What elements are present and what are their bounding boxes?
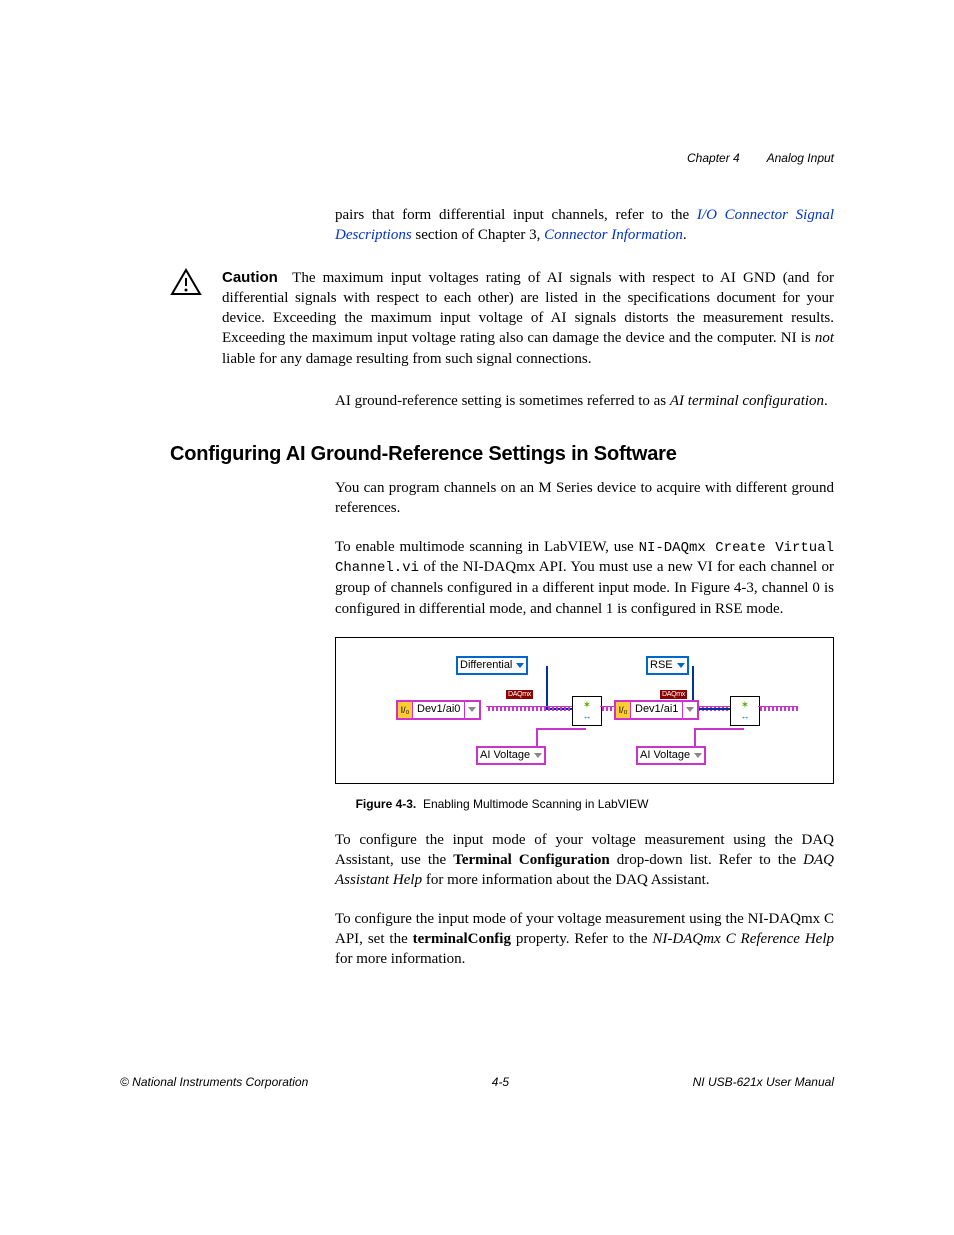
p4-bold: terminalConfig [413,931,511,947]
rse-label: RSE [650,658,673,673]
footer-right: NI USB-621x User Manual [693,1074,834,1090]
daqmx-label-right: DAQmx [660,690,687,699]
section-body: You can program channels on an M Series … [335,478,834,619]
header-chapter: Chapter 4 [687,151,740,165]
io-dev1-ai0[interactable]: I/₀ Dev1/ai0 [396,700,481,720]
wire [694,728,696,748]
para-3: To configure the input mode of your volt… [335,830,834,891]
io-arrow-icon [682,702,697,718]
wire-wavy [486,706,572,711]
figcap-text: Enabling Multimode Scanning in LabVIEW [423,797,648,811]
p4-post: for more information. [335,951,465,967]
io-dev1-ai1[interactable]: I/₀ Dev1/ai1 [614,700,699,720]
figure-4-3: Differential DAQmx I/₀ Dev1/ai0 ✶↔ AI Vo… [335,637,834,784]
dropdown-arrow-icon [516,663,524,668]
dev1-label: Dev1/ai1 [631,702,682,717]
caution-text: Caution The maximum input voltages ratin… [222,268,834,369]
aivolt-label-left: AI Voltage [480,748,530,763]
para-1: You can program channels on an M Series … [335,478,834,519]
para-4: To configure the input mode of your volt… [335,909,834,970]
p2-pre: To enable multimode scanning in LabVIEW,… [335,539,639,555]
caution-icon [170,268,202,302]
figure-caption: Figure 4-3. Enabling Multimode Scanning … [170,796,834,812]
page-footer: © National Instruments Corporation 4-5 N… [120,1074,834,1090]
caution-block: Caution The maximum input voltages ratin… [170,268,834,369]
caution-pre: The maximum input voltages rating of AI … [222,270,834,347]
p3-post: for more information about the DAQ Assis… [422,872,709,888]
note-italic: AI terminal configuration [670,393,824,409]
dropdown-arrow-icon [694,753,702,758]
caution-not: not [815,330,834,346]
intro-pre: pairs that form differential input chann… [335,207,697,223]
caution-post: liable for any damage resulting from suc… [222,351,591,367]
daqmx-node-right: ✶↔ [730,696,760,726]
dev0-label: Dev1/ai0 [413,702,464,717]
intro-post: . [683,227,687,243]
dropdown-rse[interactable]: RSE [646,656,689,675]
p4-italic: NI-DAQmx C Reference Help [652,931,834,947]
section-body-lower: To configure the input mode of your volt… [335,830,834,970]
wire [694,728,744,730]
dropdown-arrow-icon [677,663,685,668]
dropdown-aivoltage-left[interactable]: AI Voltage [476,746,546,765]
wire [536,728,538,748]
dropdown-arrow-icon [534,753,542,758]
daqmx-label-left: DAQmx [506,690,533,699]
intro-mid: section of Chapter 3, [412,227,544,243]
wire [536,728,586,730]
dropdown-differential[interactable]: Differential [456,656,528,675]
footer-center: 4-5 [492,1074,509,1090]
io-icon: I/₀ [616,702,631,718]
section-heading: Configuring AI Ground-Reference Settings… [170,441,834,468]
caution-label: Caution [222,269,278,286]
daqmx-node-left: ✶↔ [572,696,602,726]
para-2: To enable multimode scanning in LabVIEW,… [335,537,834,619]
header-title: Analog Input [767,151,834,165]
io-icon: I/₀ [398,702,413,718]
p3-bold: Terminal Configuration [453,852,610,868]
note-post: . [824,393,828,409]
figcap-bold: Figure 4-3. [356,797,417,811]
intro-paragraph: pairs that form differential input chann… [335,205,834,246]
diff-label: Differential [460,658,512,673]
footer-left: © National Instruments Corporation [120,1074,308,1090]
link-connector-info[interactable]: Connector Information [544,227,683,243]
aivolt-label-right: AI Voltage [640,748,690,763]
p3-mid: drop-down list. Refer to the [610,852,803,868]
io-arrow-icon [464,702,479,718]
page-header: Chapter 4 Analog Input [687,150,834,166]
p4-mid: property. Refer to the [511,931,652,947]
wire-wavy-out [758,706,798,711]
dropdown-aivoltage-right[interactable]: AI Voltage [636,746,706,765]
wire [546,666,548,708]
terminology-note: AI ground-reference setting is sometimes… [335,391,834,411]
page: Chapter 4 Analog Input pairs that form d… [0,0,954,1047]
note-pre: AI ground-reference setting is sometimes… [335,393,670,409]
